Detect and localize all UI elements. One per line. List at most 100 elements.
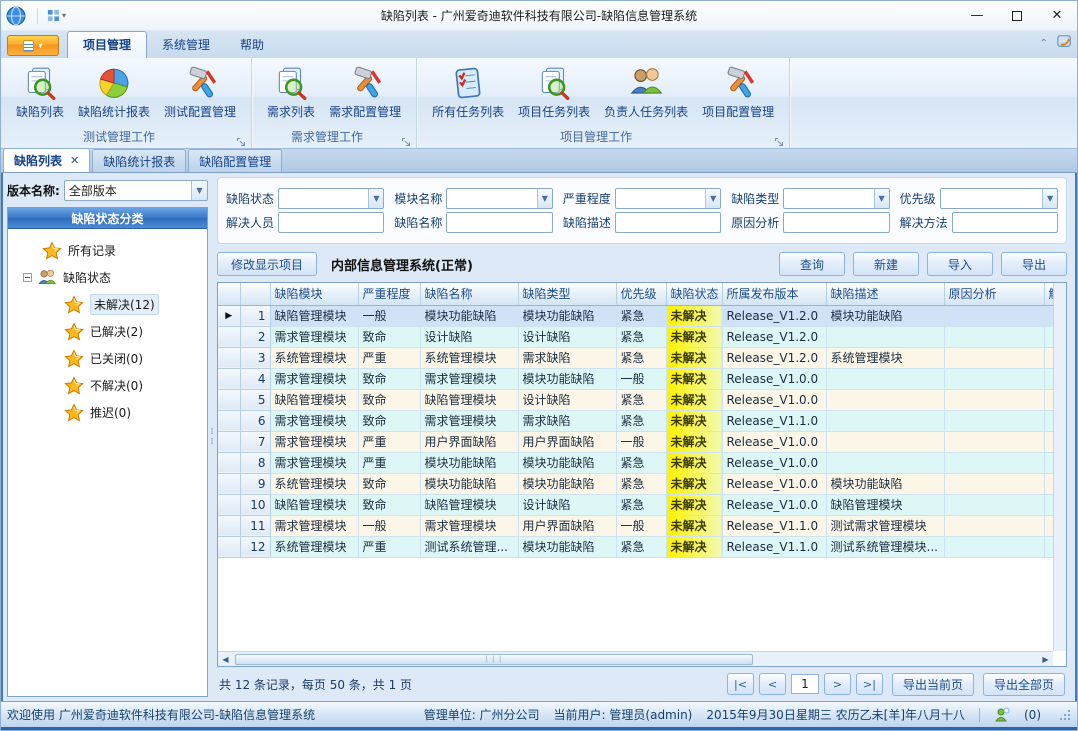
tree-item[interactable]: 已关闭(0) [10,345,205,372]
table-cell[interactable]: 一般 [616,368,666,389]
table-cell[interactable] [944,473,1044,494]
dialog-launcher-icon[interactable] [236,133,247,144]
table-cell[interactable]: 严重 [358,452,420,473]
table-cell[interactable] [944,368,1044,389]
chevron-down-icon[interactable]: ▼ [537,189,552,208]
table-cell[interactable]: Release_V1.2.0 [722,326,826,347]
export-current-page-button[interactable]: 导出当前页 [892,673,974,696]
maximize-button[interactable] [997,1,1037,30]
table-cell[interactable] [944,452,1044,473]
table-row[interactable]: 3系统管理模块严重系统管理模块需求缺陷紧急未解决Release_V1.2.0系统… [218,347,1053,368]
ribbon-button[interactable]: 需求配置管理 [322,62,408,123]
chevron-down-icon[interactable]: ▼ [874,189,889,208]
table-cell[interactable]: Release_V1.0.0 [722,431,826,452]
table-cell[interactable]: 设计缺陷 [518,326,616,347]
table-cell[interactable] [1044,536,1053,557]
table-cell[interactable]: 致命 [358,410,420,431]
table-cell[interactable]: 严重 [358,536,420,557]
table-cell[interactable] [944,494,1044,515]
table-cell[interactable]: 设计缺陷 [518,494,616,515]
table-cell[interactable]: 用户界面缺陷 [518,431,616,452]
row-selector[interactable] [218,494,240,515]
table-cell[interactable] [1044,347,1053,368]
sidebar-splitter[interactable]: ⁞⁞ [208,173,215,701]
table-cell[interactable]: 缺陷管理模块 [420,494,518,515]
table-cell[interactable]: Release_V1.0.0 [722,473,826,494]
table-cell[interactable]: 需求缺陷 [518,410,616,431]
collapse-icon[interactable] [23,273,32,282]
table-cell[interactable]: 缺陷管理模块 [826,494,944,515]
table-cell[interactable]: 紧急 [616,452,666,473]
table-cell[interactable] [944,326,1044,347]
table-cell[interactable]: 一般 [358,515,420,536]
table-cell[interactable]: 未解决 [666,431,722,452]
chevron-down-icon[interactable]: ▼ [1042,189,1057,208]
table-cell[interactable]: 模块功能缺陷 [518,473,616,494]
prev-page-button[interactable]: < [759,673,786,695]
table-cell[interactable]: 未解决 [666,347,722,368]
table-cell[interactable]: 需求管理模块 [270,452,358,473]
table-cell[interactable]: 未解决 [666,515,722,536]
table-cell[interactable]: 致命 [358,368,420,389]
table-cell[interactable]: Release_V1.2.0 [722,347,826,368]
table-row[interactable]: 9系统管理模块致命模块功能缺陷模块功能缺陷紧急未解决Release_V1.0.0… [218,473,1053,494]
table-cell[interactable]: 系统管理模块 [270,347,358,368]
table-cell[interactable]: 缺陷管理模块 [270,389,358,410]
last-page-button[interactable]: >| [856,673,883,695]
scroll-left-icon[interactable]: ◀ [218,652,233,666]
table-row[interactable]: 5缺陷管理模块致命缺陷管理模块设计缺陷紧急未解决Release_V1.0.0 [218,389,1053,410]
table-cell[interactable]: Release_V1.1.0 [722,515,826,536]
filter-input[interactable] [783,212,889,233]
table-cell[interactable]: 系统管理模块 [826,347,944,368]
table-cell[interactable] [1044,410,1053,431]
table-cell[interactable] [826,368,944,389]
table-cell[interactable]: Release_V1.0.0 [722,494,826,515]
table-cell[interactable] [1044,368,1053,389]
filter-input[interactable] [615,212,721,233]
close-tab-icon[interactable]: ✕ [70,154,79,167]
ribbon-button[interactable]: 缺陷列表 [9,62,71,123]
table-row[interactable]: 10缺陷管理模块致命缺陷管理模块设计缺陷紧急未解决Release_V1.0.0缺… [218,494,1053,515]
ribbon-button[interactable]: 缺陷统计报表 [71,62,157,123]
table-cell[interactable]: 用户界面缺陷 [420,431,518,452]
table-cell[interactable]: 系统管理模块 [270,473,358,494]
table-cell[interactable] [826,326,944,347]
table-cell[interactable]: Release_V1.2.0 [722,305,826,326]
table-row[interactable]: 11需求管理模块一般需求管理模块用户界面缺陷一般未解决Release_V1.1.… [218,515,1053,536]
application-menu-button[interactable]: ▾ [7,35,59,56]
doc-tab-defect-config[interactable]: 缺陷配置管理 [188,149,282,172]
column-header[interactable]: 缺陷状态 [666,283,722,305]
table-cell[interactable]: Release_V1.1.0 [722,536,826,557]
table-row[interactable]: 2需求管理模块致命设计缺陷设计缺陷紧急未解决Release_V1.2.0 [218,326,1053,347]
column-header[interactable]: 缺陷描述 [826,283,944,305]
table-cell[interactable]: 未解决 [666,494,722,515]
column-header[interactable]: 严重程度 [358,283,420,305]
tree-item[interactable]: 所有记录 [10,237,205,264]
filter-select[interactable]: ▼ [615,188,721,209]
table-cell[interactable]: 需求管理模块 [270,431,358,452]
table-row[interactable]: 7需求管理模块严重用户界面缺陷用户界面缺陷一般未解决Release_V1.0.0 [218,431,1053,452]
modify-columns-button[interactable]: 修改显示项目 [217,252,317,276]
row-selector[interactable] [218,431,240,452]
chevron-down-icon[interactable]: ▼ [368,189,383,208]
table-cell[interactable]: 紧急 [616,494,666,515]
table-cell[interactable]: 缺陷管理模块 [270,305,358,326]
table-cell[interactable]: 缺陷管理模块 [420,389,518,410]
table-cell[interactable] [826,431,944,452]
table-cell[interactable]: 紧急 [616,347,666,368]
column-header[interactable]: 缺陷模块 [270,283,358,305]
export-button[interactable]: 导出 [1001,252,1067,276]
table-cell[interactable]: 模块功能缺陷 [518,368,616,389]
table-cell[interactable]: 紧急 [616,536,666,557]
ribbon-button[interactable]: 需求列表 [260,62,322,123]
table-cell[interactable]: 模块功能缺陷 [518,305,616,326]
row-selector[interactable] [218,473,240,494]
dialog-launcher-icon[interactable] [401,133,412,144]
first-page-button[interactable]: |< [727,673,754,695]
table-cell[interactable]: 需求管理模块 [420,515,518,536]
table-cell[interactable]: 未解决 [666,326,722,347]
table-cell[interactable]: 紧急 [616,326,666,347]
table-cell[interactable] [944,305,1044,326]
table-cell[interactable]: 缺陷管理模块 [270,494,358,515]
ribbon-button[interactable]: 项目任务列表 [511,62,597,123]
